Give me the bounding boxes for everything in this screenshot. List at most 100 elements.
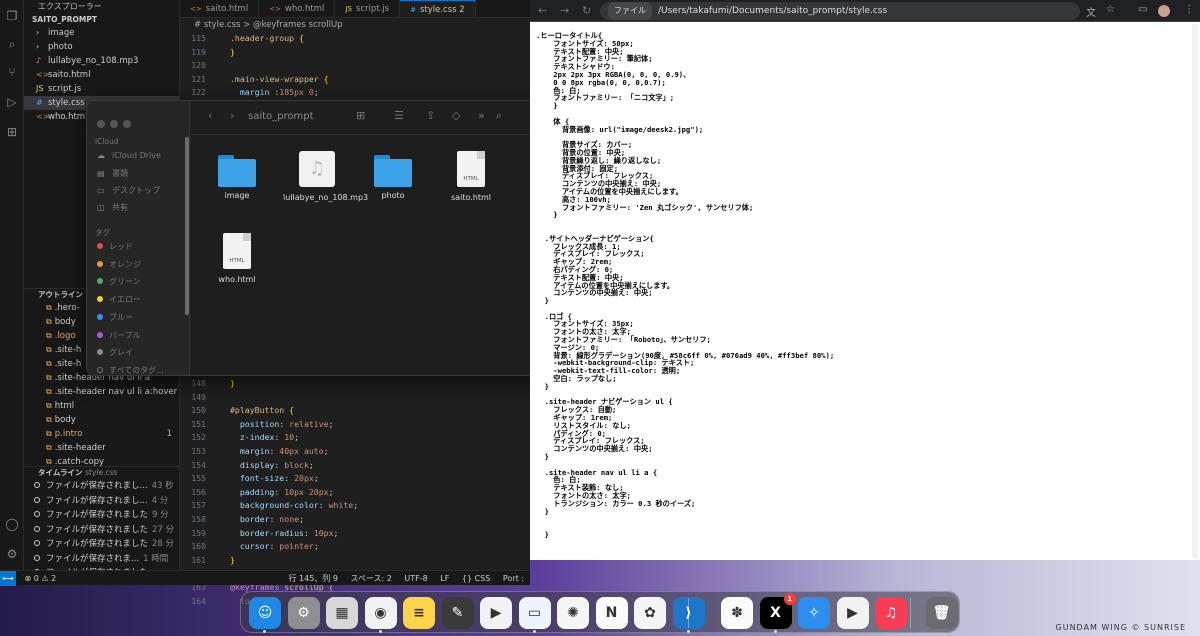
share-icon[interactable]: ⇪ xyxy=(426,109,435,122)
zoom-window-button[interactable] xyxy=(123,120,131,128)
code-line[interactable]: 157 background-color: white; xyxy=(180,499,530,513)
timeline-item[interactable]: ファイルが保存されまし... 4 分 xyxy=(24,494,179,509)
bookmark-star-icon[interactable]: ☆ xyxy=(1106,4,1115,15)
finder-search-icon[interactable]: ⌕ xyxy=(496,109,502,123)
dock-chatgpt-icon[interactable]: ✺ xyxy=(557,597,589,629)
tag-item[interactable]: すべてのタグ... xyxy=(97,365,164,375)
timeline-item[interactable]: ファイルが保存されました 9 分 xyxy=(24,508,179,523)
dock-photos-icon[interactable]: ✽ xyxy=(721,597,753,629)
dock-notes-icon[interactable]: ≡ xyxy=(403,597,435,629)
code-line[interactable]: 149 xyxy=(180,391,530,405)
dock-youtube-icon[interactable]: ▶ xyxy=(480,597,512,629)
editor-tab[interactable]: JS script.js xyxy=(335,0,401,17)
breadcrumb[interactable]: # style.css > @keyframes scrollUp xyxy=(180,18,530,32)
tag-icon[interactable]: ◇ xyxy=(452,109,460,122)
code-line[interactable]: 159 border-radius: 10px; xyxy=(180,527,530,541)
sidebar-scrollbar[interactable] xyxy=(185,137,189,315)
encoding[interactable]: UTF-8 xyxy=(404,574,427,583)
file-item[interactable]: HTML who.html xyxy=(203,233,271,285)
tag-item[interactable]: グリーン xyxy=(97,276,141,287)
editor-tab[interactable]: <> saito.html xyxy=(180,0,260,17)
source-control-icon[interactable]: ⑂ xyxy=(4,64,20,80)
file-item[interactable]: HTML saito.html xyxy=(437,151,505,203)
outline-item[interactable]: ⧉ .site-header xyxy=(24,441,179,455)
problems-indicator[interactable]: ⊗ 0 ⚠ 2 xyxy=(25,574,57,583)
tree-item[interactable]: JS script.js xyxy=(24,82,179,96)
tree-item[interactable]: <>saito.html xyxy=(24,68,179,82)
file-item[interactable]: photo xyxy=(359,151,427,201)
code-line[interactable]: 161} xyxy=(180,554,530,568)
sidebar-item[interactable]: ◫ 共有 xyxy=(97,202,128,213)
eol[interactable]: LF xyxy=(440,574,449,583)
code-line[interactable]: 151 position: relative; xyxy=(180,418,530,432)
tag-item[interactable]: グレイ xyxy=(97,347,133,358)
code-line[interactable]: 122 margin :185px 0; xyxy=(180,86,530,100)
code-line[interactable]: 120 xyxy=(180,59,530,73)
dock-creature-app-icon[interactable]: ✿ xyxy=(634,597,666,629)
sidebar-panel-icon[interactable]: ▭ xyxy=(1138,4,1147,15)
outline-item[interactable]: ⧉ .site-header nav ul li a:hover xyxy=(24,385,179,399)
dock-trash-icon[interactable]: 🗑 xyxy=(925,597,958,629)
file-item[interactable]: ♫ lullabye_no_108.mp3 xyxy=(283,151,368,203)
outline-item[interactable]: ⧉ body xyxy=(24,413,179,427)
dock-system-settings-icon[interactable]: ⚙ xyxy=(287,597,320,629)
tag-item[interactable]: レッド xyxy=(97,241,133,252)
sidebar-item[interactable]: ▤ 書類 xyxy=(97,168,128,179)
dock-notebook-icon[interactable]: ✎ xyxy=(441,597,474,629)
file-item[interactable]: image xyxy=(203,151,271,201)
dock-launchpad-icon[interactable]: ▦ xyxy=(326,597,358,629)
minimize-window-button[interactable] xyxy=(110,120,118,128)
dock-notion-icon[interactable]: N xyxy=(595,597,628,629)
sidebar-item[interactable]: ▭ デスクトップ xyxy=(97,185,160,196)
code-line[interactable]: 160 cursor: pointer; xyxy=(180,540,530,554)
more-chevrons-icon[interactable]: » xyxy=(478,109,485,122)
address-bar[interactable]: ファイル/Users/takafumi/Documents/saito_prom… xyxy=(600,2,1080,20)
run-debug-icon[interactable]: ▷ xyxy=(4,94,20,110)
outline-item[interactable]: ⧉ html xyxy=(24,399,179,413)
tag-item[interactable]: パープル xyxy=(97,330,141,341)
code-line[interactable]: 158 border: none; xyxy=(180,513,530,527)
tag-item[interactable]: ブルー xyxy=(97,312,133,323)
extensions-icon[interactable]: ⊞ xyxy=(4,124,20,140)
close-window-button[interactable] xyxy=(97,120,105,128)
profile-avatar[interactable] xyxy=(1158,5,1170,17)
code-line[interactable]: 119} xyxy=(180,46,530,60)
tag-item[interactable]: イエロー xyxy=(97,294,141,305)
tree-item[interactable]: › image xyxy=(24,26,179,40)
sidebar-item[interactable]: ☁ iCloud Drive xyxy=(97,151,161,160)
page-scrollbar[interactable] xyxy=(1192,24,1198,558)
code-line[interactable]: 156 padding: 10px 20px; xyxy=(180,486,530,500)
browser-forward-icon[interactable]: → xyxy=(560,4,569,17)
dock-x-icon[interactable]: X1 xyxy=(759,593,796,633)
browser-reload-icon[interactable]: ↻ xyxy=(582,4,591,17)
timeline-item[interactable]: ファイルが保存されました 27 分 xyxy=(24,523,179,538)
dock-finder-icon[interactable]: ☺ xyxy=(249,597,281,633)
browser-menu-icon[interactable]: ⋮ xyxy=(1184,4,1194,15)
code-line[interactable]: 150 #playButton { xyxy=(180,404,530,418)
manage-gear-icon[interactable]: ⚙ xyxy=(4,546,20,562)
dock-preview-icon[interactable]: ▭ xyxy=(518,597,551,633)
timeline-item[interactable]: ファイルが保存されました 28 分 xyxy=(24,537,179,552)
tag-item[interactable]: オレンジ xyxy=(97,259,141,270)
outline-item[interactable]: ⧉ p.intro 1 xyxy=(24,427,179,441)
browser-back-icon[interactable]: ← xyxy=(538,4,547,17)
search-icon[interactable]: ⌕ xyxy=(4,36,20,52)
language-mode[interactable]: {} CSS xyxy=(462,574,490,583)
port-indicator[interactable]: Port : xyxy=(503,574,524,583)
code-line[interactable]: 115 .header-group { xyxy=(180,32,530,46)
editor-tab[interactable]: <> who.html xyxy=(259,0,336,17)
dock-music-icon[interactable]: ♫ xyxy=(875,597,907,629)
cursor-position[interactable]: 行 145、列 9 xyxy=(288,574,337,583)
explorer-icon[interactable]: ❐ xyxy=(4,8,20,24)
translate-icon[interactable]: 文 xyxy=(1086,4,1096,19)
code-line[interactable]: 152 z-index: 10; xyxy=(180,431,530,445)
indentation[interactable]: スペース: 2 xyxy=(350,574,391,583)
dock-safari-icon[interactable]: ✧ xyxy=(798,597,830,629)
remote-indicator-icon[interactable]: ⟷ xyxy=(0,571,16,586)
code-line[interactable]: 148} xyxy=(180,377,530,391)
editor-tab[interactable]: # style.css 2 xyxy=(400,0,476,17)
group-icon[interactable]: ☰ xyxy=(394,109,404,122)
tree-item[interactable]: › photo xyxy=(24,40,179,54)
tree-item[interactable]: ♪ lullabye_no_108.mp3 xyxy=(24,54,179,68)
forward-chevron-icon[interactable]: › xyxy=(230,109,234,122)
